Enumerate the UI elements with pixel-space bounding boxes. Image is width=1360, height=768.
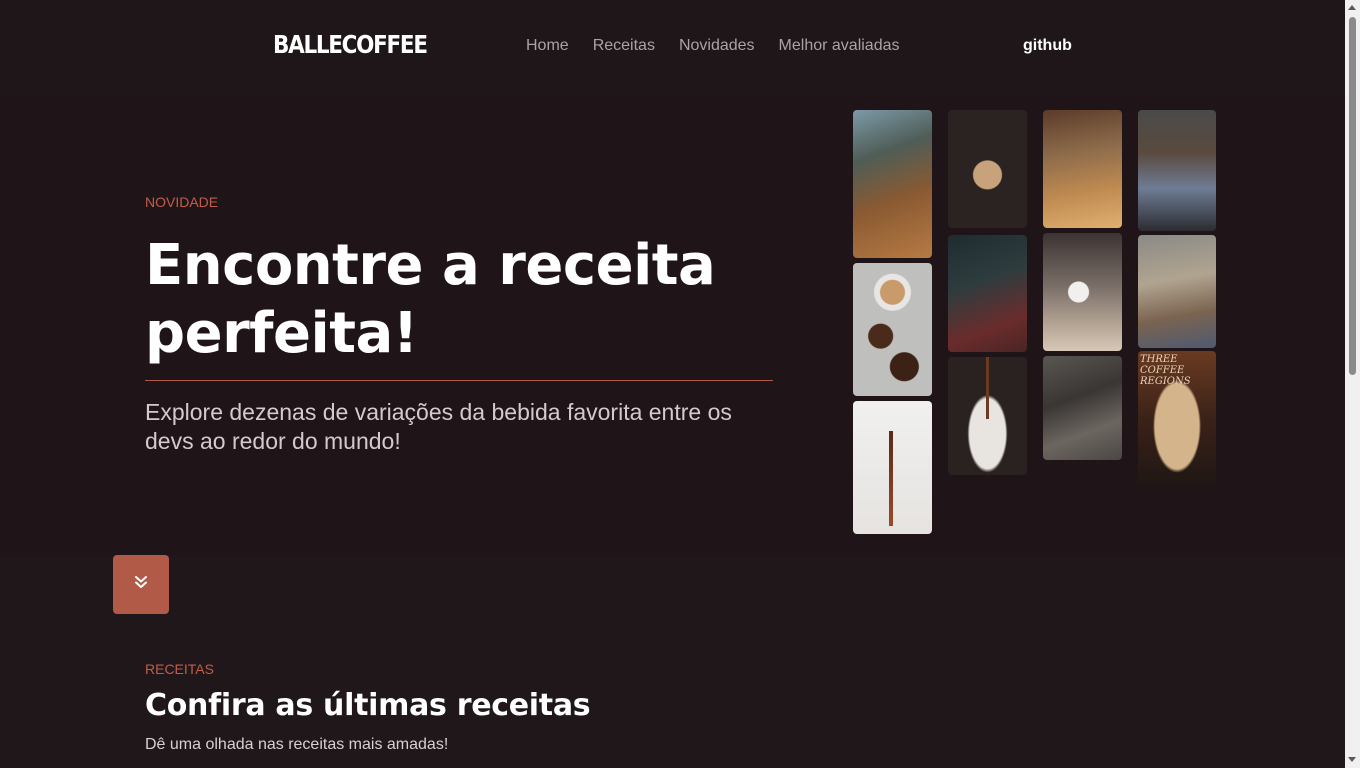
photo-office-meeting (1138, 235, 1216, 348)
double-chevron-down-icon (134, 575, 148, 594)
photo-man-with-laptop (1138, 110, 1216, 231)
photo-barista-woman (1043, 110, 1122, 228)
recipes-title: Confira as últimas receitas (145, 688, 591, 723)
github-link[interactable]: github (1023, 37, 1072, 55)
main-nav: Home Receitas Novidades Melhor avaliadas (526, 37, 900, 55)
hero-subtitle: Explore dezenas de variações da bebida f… (145, 399, 732, 454)
photo-coffee-pour (853, 401, 932, 534)
nav-melhor-avaliadas[interactable]: Melhor avaliadas (779, 37, 900, 55)
scroll-down-button[interactable] (113, 555, 169, 614)
page-scrollbar[interactable] (1345, 0, 1360, 768)
photo-espresso-drip (948, 357, 1027, 475)
hero-title: Encontre a receita perfeita! (145, 233, 716, 366)
photo-latte-beans (853, 263, 932, 396)
photo-coffee-team (1043, 356, 1122, 460)
brand-logo[interactable]: BALLECOFFEE (273, 30, 428, 59)
hero-eyebrow: NOVIDADE (145, 194, 219, 210)
recipes-subtitle: Dê uma olhada nas receitas mais amadas! (145, 736, 449, 753)
photo-hand-with-cup (1043, 233, 1122, 351)
recipes-eyebrow: RECEITAS (145, 661, 214, 677)
nav-home[interactable]: Home (526, 37, 569, 55)
scroll-down-arrow-icon[interactable] (1348, 757, 1356, 762)
photo-sign-text: THREE COFFEE REGIONS (1140, 354, 1191, 387)
hero-section: NOVIDADE Encontre a receita perfeita! Ex… (0, 94, 1345, 555)
hero-divider (145, 380, 773, 381)
photo-cafe-window (853, 110, 932, 258)
nav-receitas[interactable]: Receitas (593, 37, 655, 55)
nav-novidades[interactable]: Novidades (679, 37, 755, 55)
scroll-thumb[interactable] (1349, 17, 1356, 375)
scroll-up-arrow-icon[interactable] (1348, 5, 1356, 10)
site-header: BALLECOFFEE Home Receitas Novidades Melh… (0, 0, 1345, 94)
photo-dev-at-desk (948, 235, 1027, 352)
photo-barista-pour (948, 110, 1027, 228)
